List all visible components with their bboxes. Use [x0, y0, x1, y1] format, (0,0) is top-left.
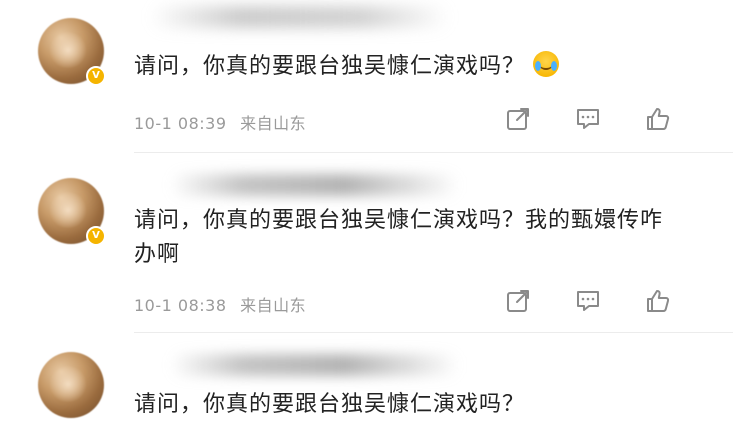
blurred-username	[170, 174, 460, 196]
verified-badge-icon: V	[86, 66, 106, 86]
avatar[interactable]	[38, 352, 104, 418]
share-icon[interactable]	[505, 106, 531, 132]
verified-badge-icon: V	[86, 226, 106, 246]
divider	[134, 152, 733, 153]
location: 来自山东	[240, 114, 307, 133]
share-icon[interactable]	[505, 288, 531, 314]
comment-text-content: 请问，你真的要跟台独吴慷仁演戏吗？我的甄嬛传咋办啊	[134, 208, 664, 267]
comment-item: V 请问，你真的要跟台独吴慷仁演戏吗？ 10-1 08:39 来自山东	[0, 0, 733, 160]
comment-item: 请问，你真的要跟台独吴慷仁演戏吗？	[0, 340, 733, 444]
comment-item: V 请问，你真的要跟台独吴慷仁演戏吗？我的甄嬛传咋办啊 10-1 08:38 来…	[0, 160, 733, 340]
comment-list: V 请问，你真的要跟台独吴慷仁演戏吗？ 10-1 08:39 来自山东 V 请问…	[0, 0, 733, 444]
comment-meta: 10-1 08:39 来自山东	[134, 110, 306, 134]
comment-icon[interactable]	[575, 106, 601, 132]
comment-text: 请问，你真的要跟台独吴慷仁演戏吗？	[134, 50, 674, 84]
comment-icon[interactable]	[575, 288, 601, 314]
blurred-username	[170, 354, 460, 376]
crying-face-icon	[533, 51, 560, 77]
comment-meta: 10-1 08:38 来自山东	[134, 292, 306, 316]
timestamp: 10-1 08:38	[134, 296, 227, 315]
divider	[134, 332, 733, 333]
thumbs-up-icon[interactable]	[645, 106, 671, 132]
comment-text-content: 请问，你真的要跟台独吴慷仁演戏吗？	[134, 54, 526, 79]
location: 来自山东	[240, 296, 307, 315]
comment-text: 请问，你真的要跟台独吴慷仁演戏吗？我的甄嬛传咋办啊	[134, 204, 674, 272]
thumbs-up-icon[interactable]	[645, 288, 671, 314]
comment-actions	[505, 106, 671, 132]
comment-text-content: 请问，你真的要跟台独吴慷仁演戏吗？	[134, 392, 526, 417]
comment-text: 请问，你真的要跟台独吴慷仁演戏吗？	[134, 388, 674, 422]
timestamp: 10-1 08:39	[134, 114, 227, 133]
comment-actions	[505, 288, 671, 314]
